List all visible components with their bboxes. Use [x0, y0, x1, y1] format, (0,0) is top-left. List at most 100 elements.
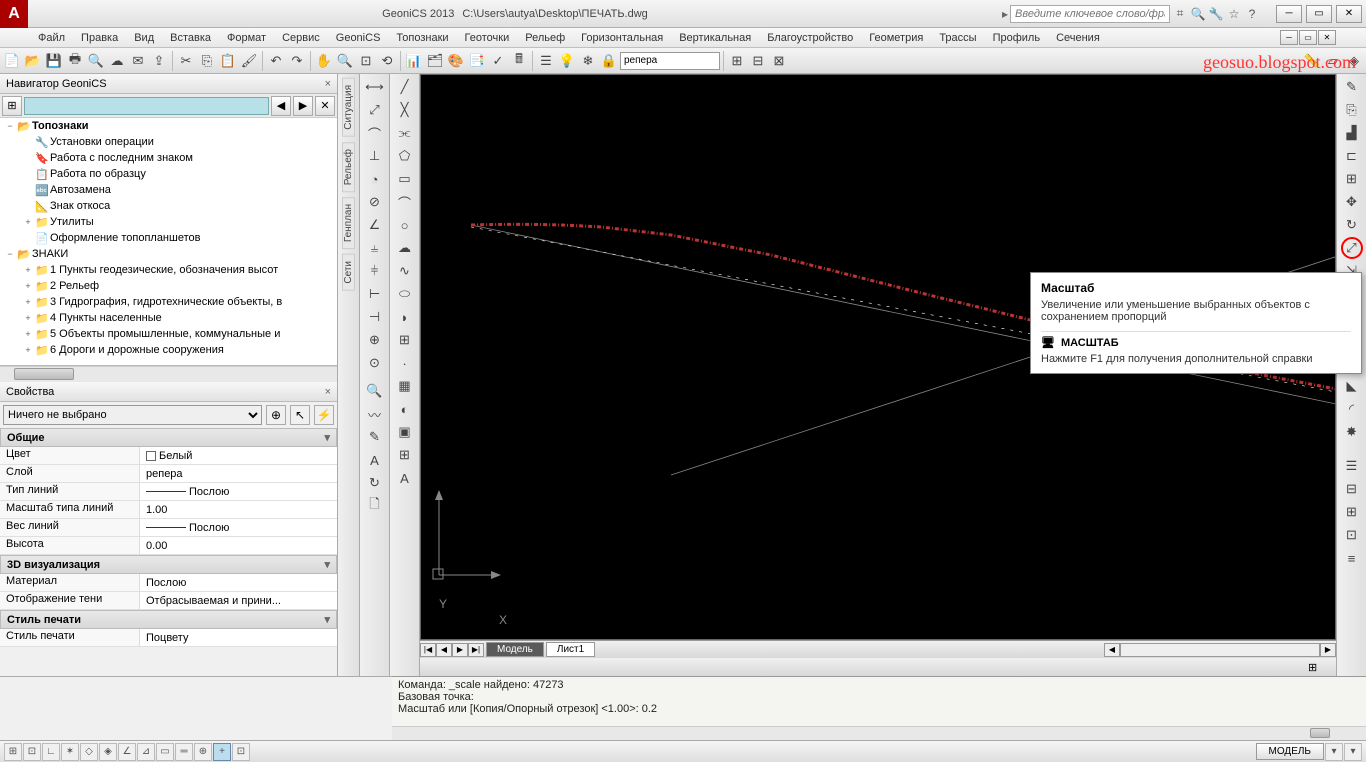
- vtab-relief[interactable]: Рельеф: [342, 142, 355, 192]
- preview-icon[interactable]: 🔍: [86, 51, 106, 71]
- sc-icon[interactable]: ⊡: [232, 743, 250, 761]
- tree-item[interactable]: +📁5 Объекты промышленные, коммунальные и: [0, 326, 337, 342]
- menu-geopoints[interactable]: Геоточки: [457, 30, 518, 46]
- new-icon[interactable]: 📄: [2, 51, 22, 71]
- fillet-icon[interactable]: ◜: [1341, 398, 1363, 420]
- hatch-icon[interactable]: ▦: [394, 375, 416, 397]
- dyn-icon[interactable]: ▭: [156, 743, 174, 761]
- dim-radius-icon[interactable]: ◔: [364, 168, 386, 190]
- tree-item[interactable]: −📂Топознаки: [0, 118, 337, 134]
- menu-landscaping[interactable]: Благоустройство: [759, 30, 861, 46]
- prop-section[interactable]: Общие▾: [0, 428, 337, 447]
- tree-item[interactable]: +📁Утилиты: [0, 214, 337, 230]
- model-label[interactable]: МОДЕЛЬ: [1256, 743, 1324, 760]
- export-icon[interactable]: ⇪: [149, 51, 169, 71]
- star-icon[interactable]: ☆: [1226, 6, 1242, 22]
- array-icon[interactable]: ⊞: [1341, 168, 1363, 190]
- polygon-icon[interactable]: ⬠: [394, 145, 416, 167]
- rotate-icon[interactable]: ↻: [1341, 214, 1363, 236]
- layers-tool-icon[interactable]: ⊞: [727, 51, 747, 71]
- tab-model[interactable]: Модель: [486, 642, 544, 657]
- block-icon[interactable]: ⊞: [394, 329, 416, 351]
- menu-relief[interactable]: Рельеф: [517, 30, 573, 46]
- 3dosnap-icon[interactable]: ◈: [99, 743, 117, 761]
- cut-icon[interactable]: ✂: [176, 51, 196, 71]
- prop-row[interactable]: Стиль печатиПоцвету: [0, 629, 337, 647]
- tab-last-icon[interactable]: ▶|: [468, 643, 484, 657]
- open-icon[interactable]: 📂: [23, 51, 43, 71]
- pline-icon[interactable]: ⫘: [394, 122, 416, 144]
- menu-service[interactable]: Сервис: [274, 30, 328, 46]
- prop-row[interactable]: Слойрепера: [0, 465, 337, 483]
- hscroll-right-icon[interactable]: ▶: [1320, 643, 1336, 657]
- explode-icon[interactable]: ✸: [1341, 421, 1363, 443]
- calc-icon[interactable]: 🖩: [509, 51, 529, 71]
- polar-icon[interactable]: ✶: [61, 743, 79, 761]
- offset-icon[interactable]: ⊏: [1341, 145, 1363, 167]
- xline-icon[interactable]: ╳: [394, 99, 416, 121]
- otrack-icon[interactable]: ∠: [118, 743, 136, 761]
- region-icon[interactable]: ▣: [394, 421, 416, 443]
- dim-aligned-icon[interactable]: ⤢: [364, 99, 386, 121]
- publish-icon[interactable]: ☁: [107, 51, 127, 71]
- qp-icon[interactable]: +: [213, 743, 231, 761]
- menu-geometry[interactable]: Геометрия: [861, 30, 931, 46]
- nav-clear-icon[interactable]: ✕: [315, 96, 335, 116]
- rectangle-icon[interactable]: ▭: [394, 168, 416, 190]
- ortho-icon[interactable]: ∟: [42, 743, 60, 761]
- doc-restore-button[interactable]: ▭: [1299, 30, 1317, 45]
- cmd-scrollbar[interactable]: [392, 726, 1366, 740]
- menu-insert[interactable]: Вставка: [162, 30, 219, 46]
- menu-sections[interactable]: Сечения: [1048, 30, 1108, 46]
- nav-next-icon[interactable]: ▶: [293, 96, 313, 116]
- prop-row[interactable]: МатериалПослою: [0, 574, 337, 592]
- prop-section[interactable]: 3D визуализация▾: [0, 555, 337, 574]
- vtab-genplan[interactable]: Генплан: [342, 197, 355, 249]
- tab-sheet1[interactable]: Лист1: [546, 642, 595, 657]
- close-button[interactable]: ✕: [1336, 5, 1362, 23]
- copy2-icon[interactable]: ⎘: [1341, 99, 1363, 121]
- layer-props-icon[interactable]: ☰: [536, 51, 556, 71]
- table-icon[interactable]: ⊞: [394, 444, 416, 466]
- vtab-networks[interactable]: Сети: [342, 254, 355, 291]
- tpy-icon[interactable]: ⊕: [194, 743, 212, 761]
- menu-view[interactable]: Вид: [126, 30, 162, 46]
- dim-arc-icon[interactable]: ⌒: [364, 122, 386, 144]
- quickselect-icon[interactable]: ⚡: [314, 405, 334, 425]
- tree-item[interactable]: 🔧Установки операции: [0, 134, 337, 150]
- tree-item[interactable]: +📁4 Пункты населенные: [0, 310, 337, 326]
- menu-toposigns[interactable]: Топознаки: [388, 30, 456, 46]
- menu-geonics[interactable]: GeoniCS: [328, 30, 389, 46]
- layer-combo[interactable]: [620, 52, 720, 70]
- grid-icon[interactable]: ⊡: [23, 743, 41, 761]
- prop-section[interactable]: Стиль печати▾: [0, 610, 337, 629]
- layer-tool1-icon[interactable]: ☰: [1341, 455, 1363, 477]
- designcenter-icon[interactable]: 🗂: [425, 51, 445, 71]
- dim-break-icon[interactable]: ⊣: [364, 306, 386, 328]
- tree-item[interactable]: 🔖Работа с последним знаком: [0, 150, 337, 166]
- dimedit-icon[interactable]: ✎: [364, 426, 386, 448]
- properties-close-icon[interactable]: ×: [325, 386, 331, 398]
- search-input[interactable]: [1010, 5, 1170, 23]
- toolpalette-icon[interactable]: 🎨: [446, 51, 466, 71]
- match-icon[interactable]: 🖌: [239, 51, 259, 71]
- props-icon[interactable]: 📊: [404, 51, 424, 71]
- tree-item[interactable]: +📁1 Пункты геодезические, обозначения вы…: [0, 262, 337, 278]
- properties-selection-combo[interactable]: Ничего не выбрано: [3, 405, 262, 425]
- dimupdate-icon[interactable]: ↻: [364, 472, 386, 494]
- paste-icon[interactable]: 📋: [218, 51, 238, 71]
- maximize-button[interactable]: ▭: [1306, 5, 1332, 23]
- tree-item[interactable]: +📁3 Гидрография, гидротехнические объект…: [0, 294, 337, 310]
- tree-item[interactable]: +📁2 Рельеф: [0, 278, 337, 294]
- app-logo[interactable]: A: [0, 0, 28, 28]
- help-icon[interactable]: ?: [1244, 6, 1260, 22]
- command-window[interactable]: Команда: _scale найдено: 47273 Базовая т…: [392, 676, 1366, 726]
- dim-continue-icon[interactable]: ⫩: [364, 260, 386, 282]
- osnap-icon[interactable]: ◇: [80, 743, 98, 761]
- prop-row[interactable]: Цвет Белый: [0, 447, 337, 465]
- zoom-realtime-icon[interactable]: 🔍: [335, 51, 355, 71]
- ducs-icon[interactable]: ⊿: [137, 743, 155, 761]
- tab-first-icon[interactable]: |◀: [420, 643, 436, 657]
- chamfer-icon[interactable]: ◣: [1341, 375, 1363, 397]
- line-icon[interactable]: ╱: [394, 76, 416, 98]
